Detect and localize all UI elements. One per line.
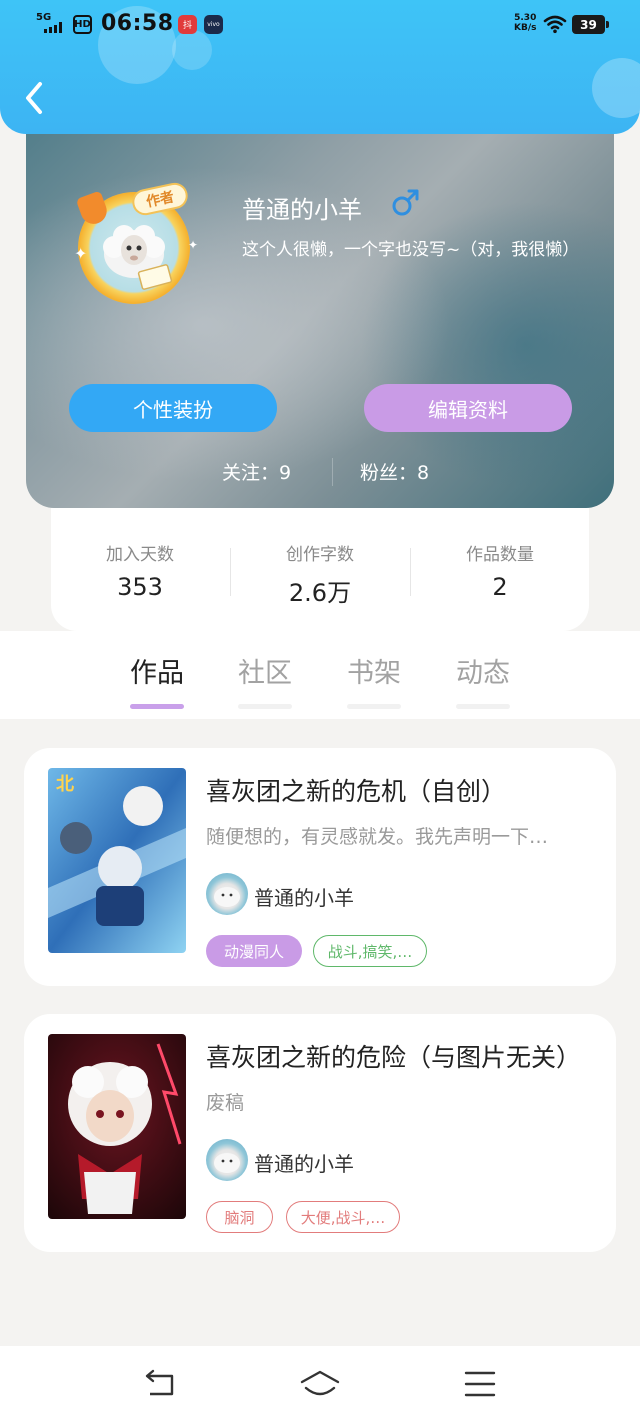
network-speed: 5.30 KB/s	[514, 13, 536, 33]
stat-label: 加入天数	[106, 545, 174, 565]
wifi-icon	[543, 15, 567, 34]
tab-works[interactable]: 作品	[116, 651, 198, 709]
svg-text:北: 北	[56, 774, 74, 795]
tab-label: 社区	[238, 658, 292, 689]
sparkle-icon: ✦	[188, 238, 199, 252]
sheep-avatar-icon	[214, 1153, 240, 1173]
battery-icon: 39	[572, 15, 609, 34]
work-card[interactable]: 北 喜灰团之新的危机（自创） 随便想的，有灵感就发。我先声明一下… 普通的小羊 …	[24, 748, 616, 986]
work-title: 喜灰团之新的危机（自创）	[206, 777, 507, 806]
work-description: 随便想的，有灵感就发。我先声明一下…	[206, 826, 549, 848]
work-tag[interactable]: 动漫同人	[206, 935, 302, 967]
stat-work-count: 作品数量 2	[411, 540, 589, 601]
tab-bar: 作品 社区 书架 动态	[0, 631, 640, 719]
decor-bubble	[592, 58, 640, 118]
work-cover-image: 北	[48, 768, 186, 953]
male-icon	[392, 189, 419, 216]
author-name: 普通的小羊	[254, 1152, 354, 1176]
work-title: 喜灰团之新的危险（与图片无关）	[206, 1043, 582, 1072]
tab-bookshelf[interactable]: 书架	[333, 651, 415, 709]
app-notification-icon: 抖	[178, 15, 197, 34]
stat-label: 创作字数	[286, 545, 354, 565]
tab-label: 作品	[130, 658, 184, 689]
divider	[332, 458, 333, 486]
author-avatar	[206, 873, 248, 915]
follow-stats: 关注：9 粉丝：8	[26, 458, 614, 486]
stat-join-days: 加入天数 353	[51, 540, 229, 601]
status-time: 06:58	[101, 11, 174, 36]
stat-value: 353	[117, 573, 163, 601]
author-name: 普通的小羊	[254, 886, 354, 910]
work-card[interactable]: 喜灰团之新的危险（与图片无关） 废稿 普通的小羊 脑洞 大便,战斗,…	[24, 1014, 616, 1252]
stat-word-count: 创作字数 2.6万	[231, 540, 409, 608]
personal-dress-button[interactable]: 个性装扮	[69, 384, 277, 432]
work-description: 废稿	[206, 1092, 245, 1114]
work-tag[interactable]: 战斗,搞笑,…	[313, 935, 427, 967]
author-avatar	[206, 1139, 248, 1181]
system-nav-bar	[0, 1346, 640, 1422]
tab-activity[interactable]: 动态	[442, 651, 524, 709]
user-bio: 这个人很懒，一个字也没写~（对，我很懒）	[242, 240, 580, 260]
sparkle-icon: ✦	[74, 244, 88, 263]
tab-community[interactable]: 社区	[224, 651, 306, 709]
tab-indicator	[238, 704, 292, 709]
cover-art-icon: 北	[48, 768, 186, 953]
top-header: 5G HD 06:58 抖 vivo 5.30 KB/s 39	[0, 0, 640, 134]
network-speed-unit: KB/s	[514, 23, 537, 33]
home-icon	[300, 1370, 340, 1396]
following-count[interactable]: 关注：9	[222, 458, 291, 485]
stats-card: 加入天数 353 创作字数 2.6万 作品数量 2	[51, 508, 589, 631]
stat-value: 2.6万	[288, 579, 352, 607]
stat-value: 2	[492, 573, 508, 601]
edit-profile-button[interactable]: 编辑资料	[364, 384, 572, 432]
hd-icon: HD	[73, 15, 92, 34]
menu-icon	[464, 1371, 496, 1397]
work-tag[interactable]: 大便,战斗,…	[286, 1201, 400, 1233]
tab-indicator	[456, 704, 510, 709]
network-speed-value: 5.30	[514, 13, 537, 23]
nav-home-button[interactable]	[300, 1364, 340, 1404]
nav-menu-button[interactable]	[460, 1364, 500, 1404]
tab-indicator	[347, 704, 401, 709]
profile-card: 作者 ✦ ✦ 普通的小羊 这个人很懒，一个字也没写~（对，我很懒） 个性装扮 编…	[26, 100, 614, 508]
signal-icon	[44, 22, 62, 33]
sheep-avatar-icon	[214, 887, 240, 907]
status-bar: 5G HD 06:58 抖 vivo 5.30 KB/s 39	[0, 0, 640, 50]
nav-back-button[interactable]	[140, 1364, 180, 1404]
tab-label: 书架	[347, 658, 401, 689]
cover-art-icon	[48, 1034, 186, 1219]
stat-label: 作品数量	[466, 545, 534, 565]
work-tag[interactable]: 脑洞	[206, 1201, 273, 1233]
fans-count[interactable]: 粉丝：8	[360, 458, 429, 485]
tab-indicator	[130, 704, 184, 709]
user-nickname: 普通的小羊	[242, 196, 362, 224]
back-arrow-icon	[145, 1369, 174, 1396]
chevron-left-icon	[26, 82, 42, 114]
vivo-notification-icon: vivo	[204, 15, 223, 34]
tab-label: 动态	[456, 658, 510, 689]
user-avatar[interactable]: 作者 ✦ ✦	[66, 178, 206, 318]
work-cover-image	[48, 1034, 186, 1219]
back-button[interactable]	[18, 78, 54, 118]
